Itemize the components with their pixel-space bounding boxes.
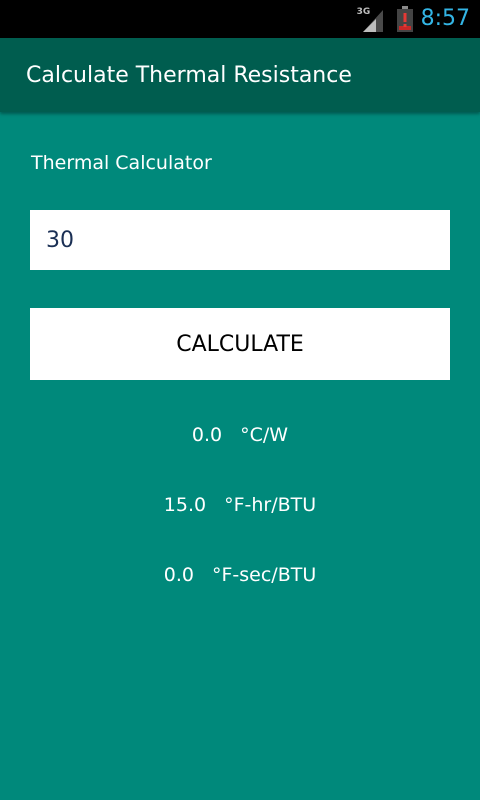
calculate-button[interactable]: CALCULATE <box>30 308 450 380</box>
result-fahrenheit-hr-per-btu: 15.0 °F-hr/BTU <box>0 494 480 516</box>
temperature-input[interactable] <box>30 210 450 270</box>
network-indicator: 3G <box>357 4 387 34</box>
main-content: Thermal Calculator CALCULATE 0.0 °C/W 15… <box>0 112 480 800</box>
result-unit: °F-sec/BTU <box>211 564 317 586</box>
result-fahrenheit-sec-per-btu: 0.0 °F-sec/BTU <box>0 564 480 586</box>
app-title: Calculate Thermal Resistance <box>26 62 352 88</box>
battery-alert-icon <box>396 6 413 32</box>
result-celsius-per-watt: 0.0 °C/W <box>0 424 480 446</box>
result-unit: °F-hr/BTU <box>224 494 317 516</box>
status-bar: 3G 8:57 <box>0 0 480 38</box>
result-unit: °C/W <box>240 424 289 446</box>
section-title: Thermal Calculator <box>31 152 212 174</box>
result-value: 0.0 <box>163 564 194 586</box>
result-value: 0.0 <box>191 424 223 446</box>
clock: 8:57 <box>420 6 470 31</box>
signal-icon <box>362 10 383 32</box>
app-bar: Calculate Thermal Resistance <box>0 38 480 112</box>
result-value: 15.0 <box>163 494 207 516</box>
